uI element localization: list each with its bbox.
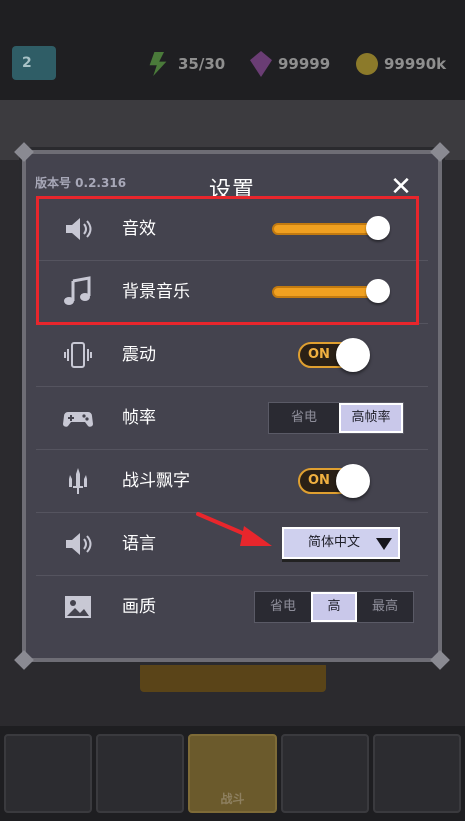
- setting-row-quality: 画质 省电 高 最高: [36, 576, 428, 638]
- music-note-icon: [64, 276, 91, 305]
- bottom-nav: 战斗: [0, 726, 465, 821]
- damage-text-toggle-knob[interactable]: [336, 464, 370, 498]
- quality-option-high[interactable]: 高: [311, 592, 357, 622]
- quality-option-max[interactable]: 最高: [357, 592, 413, 622]
- damage-text-label: 战斗飘字: [122, 471, 190, 491]
- settings-list: 音效 背景音乐 震动 ON 帧率 省电 高帧率 战斗飘字 ON 语言 简体中文 …: [36, 198, 428, 638]
- framerate-selector: 省电 高帧率: [268, 402, 404, 434]
- image-icon: [65, 596, 91, 618]
- gem-icon: [250, 51, 272, 77]
- music-label: 背景音乐: [122, 282, 190, 302]
- nav-tab-shop[interactable]: [372, 734, 462, 813]
- gem-counter: 99999: [250, 50, 330, 78]
- damage-text-toggle-state: ON: [308, 473, 330, 488]
- settings-dialog: 版本号 0.2.316 设置 ✕ 音效 背景音乐 震动 ON 帧率 省电 高帧率…: [14, 142, 450, 670]
- nav-tab-locked[interactable]: [96, 734, 185, 813]
- vibration-toggle[interactable]: ON: [298, 338, 374, 372]
- language-dropdown[interactable]: 简体中文: [282, 527, 400, 559]
- language-label: 语言: [122, 534, 156, 554]
- sound-slider-thumb[interactable]: [366, 216, 390, 240]
- setting-row-vibration: 震动 ON: [36, 324, 428, 387]
- setting-row-sound: 音效: [36, 198, 428, 261]
- quality-selector: 省电 高 最高: [254, 591, 414, 623]
- gem-value: 99999: [278, 55, 331, 73]
- top-resource-bar: 2 35/30 99999 99990k: [0, 0, 465, 100]
- vibration-toggle-state: ON: [308, 347, 330, 362]
- nav-tab-guild[interactable]: [280, 734, 369, 813]
- gamepad-icon: [63, 412, 93, 427]
- setting-row-damage-text: 战斗飘字 ON: [36, 450, 428, 513]
- setting-row-language: 语言 简体中文: [36, 513, 428, 576]
- quality-option-low[interactable]: 省电: [255, 592, 311, 622]
- coin-icon: [356, 53, 378, 75]
- framerate-option-power-save[interactable]: 省电: [269, 403, 339, 433]
- framerate-option-high[interactable]: 高帧率: [339, 403, 403, 433]
- swords-icon: [69, 468, 87, 494]
- vibration-toggle-knob[interactable]: [336, 338, 370, 372]
- nav-tab-battle-label: 战斗: [220, 792, 245, 806]
- speaker-icon: [66, 533, 92, 555]
- music-slider-thumb[interactable]: [366, 279, 390, 303]
- language-selected-value: 简体中文: [308, 535, 361, 550]
- vibration-label: 震动: [122, 345, 156, 365]
- quality-label: 画质: [122, 597, 156, 617]
- music-slider[interactable]: [272, 279, 392, 303]
- speaker-icon: [66, 218, 92, 240]
- sound-label: 音效: [122, 219, 156, 239]
- energy-counter: 35/30: [146, 50, 225, 78]
- setting-row-music: 背景音乐: [36, 261, 428, 324]
- framerate-label: 帧率: [122, 408, 156, 428]
- dropdown-arrow-icon: [376, 538, 392, 550]
- nav-tab-gear[interactable]: [4, 734, 93, 813]
- coin-counter: 99990k: [356, 50, 446, 78]
- background-button: [140, 662, 326, 692]
- vibration-icon: [64, 342, 92, 368]
- coin-value: 99990k: [384, 55, 447, 73]
- level-badge: 2: [12, 46, 56, 80]
- damage-text-toggle[interactable]: ON: [298, 464, 374, 498]
- sound-slider[interactable]: [272, 216, 392, 240]
- nav-tab-battle[interactable]: 战斗: [188, 734, 277, 813]
- energy-value: 35/30: [178, 55, 226, 73]
- energy-icon: [149, 52, 167, 76]
- setting-row-framerate: 帧率 省电 高帧率: [36, 387, 428, 450]
